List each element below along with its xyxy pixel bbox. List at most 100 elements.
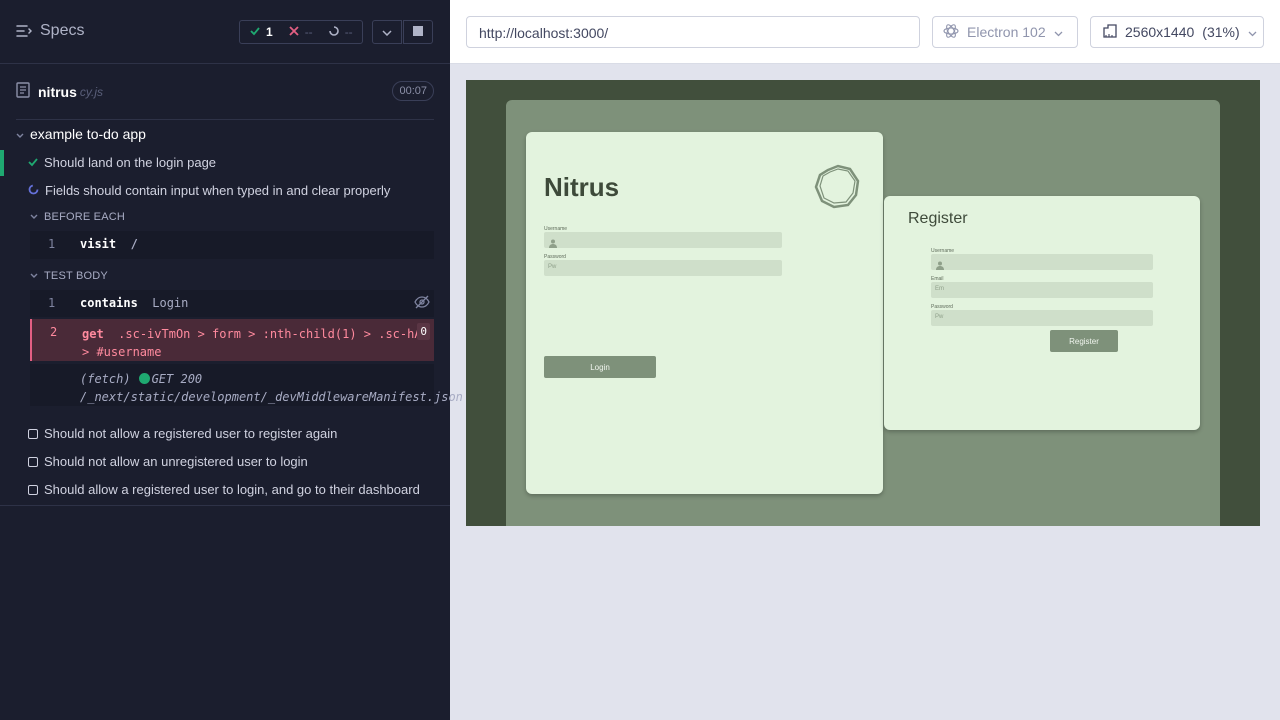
chevron-down-icon [1248, 24, 1257, 40]
register-password-input[interactable]: Pw [931, 310, 1153, 326]
command-message: / [130, 237, 138, 251]
test-title: Should not allow a registered user to re… [44, 426, 338, 441]
expand-toggle-button[interactable] [372, 20, 402, 44]
electron-icon [943, 23, 959, 42]
viewport-selector[interactable]: 2560x1440 (31%) [1090, 16, 1264, 48]
spinner-icon [28, 183, 39, 198]
chevron-down-icon [1054, 24, 1063, 40]
eye-slash-icon[interactable] [414, 295, 430, 312]
suite-label: example to-do app [30, 126, 146, 142]
stop-button[interactable] [403, 20, 433, 44]
spec-header: nitrus cy.js 00:07 [16, 80, 434, 104]
command-number: 1 [48, 237, 56, 251]
divider [16, 119, 434, 120]
chevron-down-icon [382, 23, 392, 41]
specs-toggle-button[interactable]: Specs [16, 22, 84, 40]
test-item-passed[interactable]: Should land on the login page [28, 155, 216, 170]
register-card: Register Username Email Em Password Pw R… [884, 196, 1200, 430]
passed-indicator-bar [0, 150, 4, 176]
pending-icon [28, 484, 38, 495]
selector-line-1: .sc-ivTmOn > form > :nth-child(1) > .sc-… [118, 327, 422, 341]
register-button[interactable]: Register [1050, 330, 1118, 352]
passed-count: 1 [266, 25, 273, 39]
hook-before-each[interactable]: BEFORE EACH [30, 211, 125, 223]
command-name-text: contains [80, 296, 138, 310]
command-visit[interactable]: 1 visit / [30, 231, 434, 259]
command-get-failed[interactable]: 2 get .sc-ivTmOn > form > :nth-child(1) … [30, 319, 434, 361]
username-input[interactable] [544, 232, 782, 248]
password-placeholder: Pw [548, 264, 557, 270]
suite-title[interactable]: example to-do app [16, 126, 146, 142]
command-name-text: get [82, 327, 104, 341]
test-title: Should land on the login page [44, 155, 217, 170]
app-under-test: Nitrus Username Password Pw Login Regist… [466, 80, 1260, 526]
list-icon [16, 24, 32, 38]
check-icon [28, 155, 38, 170]
document-icon [16, 81, 30, 103]
pending-icon [28, 456, 38, 467]
fetch-label: (fetch) [80, 372, 131, 386]
command-fetch[interactable]: (fetch) GET 200 /_next/static/development… [30, 364, 463, 406]
command-message: Login [152, 296, 189, 310]
pending-icon [28, 428, 38, 439]
x-icon [289, 25, 299, 39]
spec-extension: cy.js [79, 85, 103, 99]
divider [0, 505, 450, 506]
browser-selector[interactable]: Electron 102 [932, 16, 1078, 48]
spec-duration: 00:07 [392, 81, 434, 101]
specs-label: Specs [40, 22, 85, 39]
reporter-header: Specs 1 -- -- [0, 0, 450, 64]
test-item-pending[interactable]: Should allow a registered user to login,… [28, 482, 420, 497]
fetch-status: GET 200 [151, 372, 203, 386]
hook-label: TEST BODY [44, 270, 108, 282]
fetch-url: /_next/static/development/_devMiddleware… [80, 390, 463, 404]
register-email-input[interactable]: Em [931, 282, 1153, 298]
browser-label: Electron 102 [967, 24, 1046, 40]
password-placeholder: Pw [935, 314, 944, 320]
app-container: Nitrus Username Password Pw Login Regist… [506, 100, 1220, 526]
command-number: 2 [50, 325, 58, 339]
url-input[interactable]: http://localhost:3000/ [466, 16, 920, 48]
login-button[interactable]: Login [544, 356, 656, 378]
logo-icon [814, 164, 862, 215]
test-title: Fields should contain input when typed i… [45, 183, 391, 198]
chevron-down-icon [16, 126, 24, 142]
failed-count: -- [304, 25, 313, 39]
register-username-input[interactable] [931, 254, 1153, 270]
test-item-pending[interactable]: Should not allow an unregistered user to… [28, 454, 308, 469]
command-get-selector: get .sc-ivTmOn > form > :nth-child(1) > … [82, 325, 422, 361]
spec-name: nitrus [38, 84, 77, 100]
email-placeholder: Em [935, 286, 944, 292]
hook-test-body[interactable]: TEST BODY [30, 270, 108, 282]
ruler-icon [1103, 23, 1117, 41]
app-title: Nitrus [544, 172, 620, 202]
stats-group: 1 -- -- [239, 20, 363, 44]
command-contains[interactable]: 1 contains Login [30, 290, 434, 317]
chevron-down-icon [30, 270, 38, 282]
test-title: Should allow a registered user to login,… [44, 482, 420, 497]
user-icon [549, 235, 557, 253]
test-item-pending[interactable]: Should not allow a registered user to re… [28, 426, 337, 441]
status-dot [138, 373, 150, 384]
chevron-down-icon [30, 211, 38, 223]
command-name: visit / [80, 237, 138, 251]
pending-count: -- [344, 25, 353, 39]
spinner-icon [328, 25, 339, 39]
hook-label: BEFORE EACH [44, 211, 126, 223]
stop-icon [413, 23, 423, 41]
viewport-scale: (31%) [1202, 24, 1240, 40]
command-number: 1 [48, 296, 56, 310]
test-item-running[interactable]: Fields should contain input when typed i… [28, 183, 390, 198]
selector-line-2: > #username [82, 345, 162, 359]
register-title: Register [908, 210, 968, 227]
user-icon [936, 257, 944, 275]
reporter-panel: Specs 1 -- -- nitrus cy.js 00:07 example… [0, 0, 463, 720]
command-name-text: visit [80, 237, 117, 251]
element-count-badge: 0 [417, 323, 430, 340]
test-title: Should not allow an unregistered user to… [44, 454, 308, 469]
viewport-size: 2560x1440 [1125, 24, 1195, 40]
pending-stat: -- [319, 21, 359, 43]
login-card: Nitrus Username Password Pw Login [526, 132, 883, 494]
fetch-details: (fetch) GET 200 /_next/static/development… [80, 370, 463, 406]
password-input[interactable]: Pw [544, 260, 782, 276]
